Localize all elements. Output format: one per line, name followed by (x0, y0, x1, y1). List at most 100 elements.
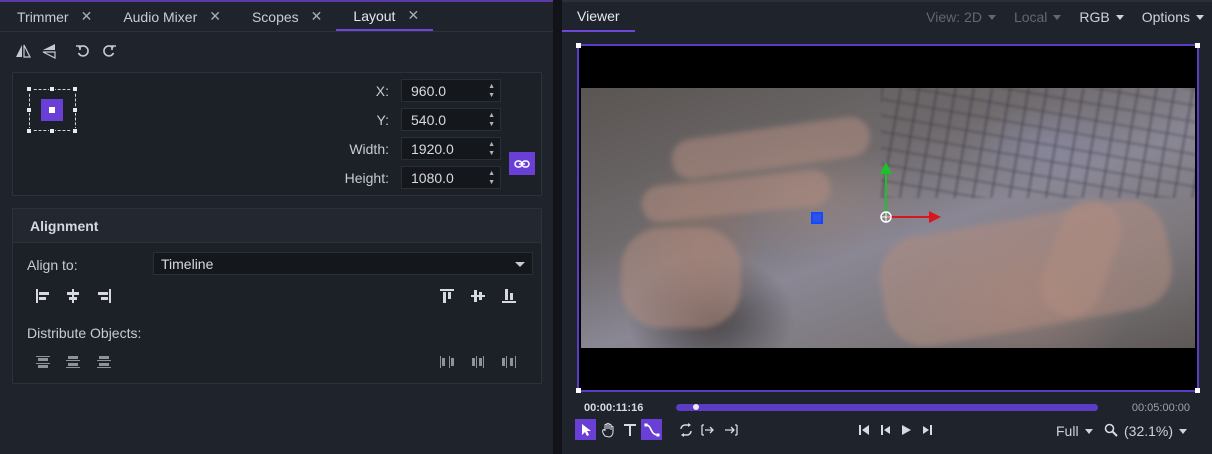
selection-marker-fill (813, 214, 821, 222)
coordinate-space-label: Local (1013, 9, 1048, 25)
anchor-top-center[interactable] (49, 86, 55, 92)
anchor-bottom-left[interactable] (26, 128, 32, 134)
close-icon[interactable]: ✕ (311, 8, 323, 25)
height-field: Height: 1080.0 ▲ ▼ (345, 166, 501, 189)
tab-viewer[interactable]: Viewer (562, 2, 635, 32)
tab-label: Layout (353, 7, 396, 24)
tab-layout[interactable]: Layout ✕ (336, 2, 434, 31)
timeline-scrubber[interactable]: 00:00:11:16 00:05:00:00 (562, 398, 1212, 418)
height-label: Height: (344, 169, 389, 186)
skip-start-icon (858, 424, 869, 435)
width-input[interactable]: 1920.0 ▲ ▼ (401, 137, 501, 160)
anchor-middle-right[interactable] (72, 107, 78, 113)
anchor-point-grid[interactable] (26, 86, 78, 134)
viewer-canvas[interactable] (576, 43, 1200, 393)
x-axis-arrow-icon[interactable] (929, 211, 941, 223)
close-icon[interactable]: ✕ (407, 7, 419, 24)
chevron-down-icon (1115, 14, 1124, 20)
y-field: Y: 540.0 ▲ ▼ (377, 108, 501, 131)
width-field: Width: 1920.0 ▲ ▼ (349, 137, 501, 160)
spinner-arrows-icon[interactable]: ▲ ▼ (488, 82, 495, 100)
distribute-center-icon[interactable] (468, 352, 488, 372)
mark-out-button[interactable] (720, 419, 741, 440)
x-label: X: (375, 82, 389, 99)
bezier-curve-icon (644, 423, 659, 436)
y-value: 540.0 (411, 111, 447, 128)
distribute-top-icon[interactable] (33, 352, 53, 372)
select-tool-button[interactable] (575, 419, 596, 440)
rotate-left-icon[interactable] (74, 42, 92, 60)
distribute-middle-icon[interactable] (63, 352, 83, 372)
anchor-center-selected[interactable] (41, 99, 63, 121)
tab-scopes[interactable]: Scopes ✕ (235, 2, 336, 31)
y-axis-arrow-icon[interactable] (880, 162, 892, 174)
chevron-down-icon (987, 14, 996, 20)
tab-label: Scopes (251, 8, 299, 25)
anchor-bottom-right[interactable] (72, 128, 78, 134)
tab-trimmer[interactable]: Trimmer ✕ (0, 2, 106, 31)
anchor-middle-left[interactable] (26, 107, 32, 113)
transform-toolbar (0, 32, 553, 70)
close-icon[interactable]: ✕ (81, 8, 93, 25)
panel-splitter[interactable] (553, 0, 562, 454)
y-input[interactable]: 540.0 ▲ ▼ (401, 108, 501, 131)
tab-label: Trimmer (17, 8, 69, 25)
align-left-icon[interactable] (33, 286, 53, 306)
view-mode-dropdown[interactable]: View: 2D (926, 9, 996, 25)
transform-gizmo[interactable] (579, 46, 1197, 390)
playback-quality-dropdown[interactable]: Full (1056, 423, 1093, 439)
zoom-level-dropdown[interactable]: (32.1%) (1124, 423, 1188, 439)
align-bottom-icon[interactable] (499, 286, 519, 306)
x-input[interactable]: 960.0 ▲ ▼ (401, 79, 501, 102)
link-icon (514, 159, 530, 168)
align-to-value: Timeline (161, 255, 214, 272)
spinner-arrows-icon[interactable]: ▲ ▼ (488, 140, 495, 158)
playhead[interactable] (692, 404, 699, 410)
rotate-right-icon[interactable] (100, 42, 118, 60)
options-dropdown[interactable]: Options (1142, 9, 1204, 25)
distribute-bottom-icon[interactable] (94, 352, 114, 372)
distribute-right-icon[interactable] (499, 352, 519, 372)
magnifier-icon (1104, 423, 1118, 437)
previous-frame-button[interactable] (874, 419, 895, 440)
align-to-select[interactable]: Timeline (153, 252, 533, 275)
loop-button[interactable] (675, 419, 696, 440)
text-tool-button[interactable] (619, 419, 640, 440)
anchor-bottom-center[interactable] (49, 128, 55, 134)
x-field: X: 960.0 ▲ ▼ (376, 79, 501, 102)
spinner-arrows-icon[interactable]: ▲ ▼ (488, 169, 495, 187)
path-tool-button[interactable] (641, 419, 662, 440)
options-label: Options (1141, 9, 1190, 25)
pan-tool-button[interactable] (597, 419, 618, 440)
align-middle-vertical-icon[interactable] (468, 286, 488, 306)
link-aspect-button[interactable] (509, 152, 535, 175)
alignment-header[interactable]: Alignment (13, 209, 541, 243)
align-center-horizontal-icon[interactable] (63, 286, 83, 306)
mark-in-button[interactable] (697, 419, 718, 440)
anchor-top-right[interactable] (72, 86, 78, 92)
next-frame-button[interactable] (917, 419, 938, 440)
width-label: Width: (349, 140, 389, 157)
flip-horizontal-icon[interactable] (14, 42, 32, 60)
close-icon[interactable]: ✕ (209, 8, 221, 25)
chevron-down-icon (515, 262, 525, 267)
tab-audio-mixer[interactable]: Audio Mixer ✕ (106, 2, 235, 31)
coordinate-space-dropdown[interactable]: Local (1013, 9, 1062, 25)
flip-vertical-icon[interactable] (40, 42, 58, 60)
distribute-left-icon[interactable] (437, 352, 457, 372)
anchor-top-left[interactable] (26, 86, 32, 92)
play-button[interactable] (895, 419, 916, 440)
pointer-icon (581, 423, 591, 436)
zoom-button[interactable] (1100, 419, 1121, 440)
layout-panel: Trimmer ✕ Audio Mixer ✕ Scopes ✕ Layout ✕ (0, 0, 553, 454)
go-to-start-button[interactable] (853, 419, 874, 440)
spinner-arrows-icon[interactable]: ▲ ▼ (488, 111, 495, 129)
align-right-icon[interactable] (94, 286, 114, 306)
scrub-track[interactable] (676, 404, 1098, 411)
chevron-down-icon (1084, 428, 1093, 434)
play-icon (901, 424, 911, 435)
color-channel-dropdown[interactable]: RGB (1079, 9, 1124, 25)
viewer-toolbar: Full (32.1%) (562, 418, 1212, 442)
height-input[interactable]: 1080.0 ▲ ▼ (401, 166, 501, 189)
align-top-icon[interactable] (437, 286, 457, 306)
